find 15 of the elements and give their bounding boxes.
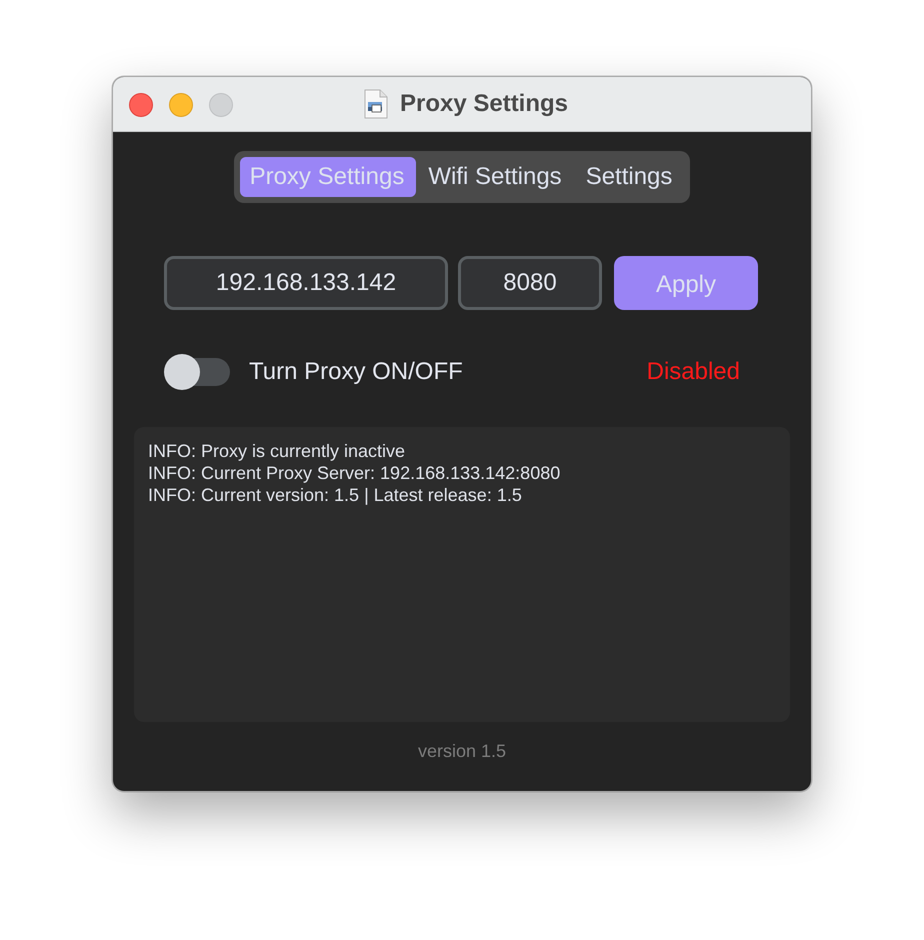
port-field[interactable]: 8080	[458, 256, 602, 310]
document-icon	[364, 89, 388, 119]
status-text: Disabled	[646, 358, 740, 386]
log-line: INFO: Current version: 1.5 | Latest release: 1.5	[148, 484, 523, 506]
toggle-label: Turn Proxy ON/OFF	[249, 358, 463, 386]
toggle-switch[interactable]	[164, 354, 230, 390]
minimize-icon[interactable]	[169, 93, 193, 117]
version-text: version 1.5	[418, 741, 506, 762]
address-field[interactable]: 192.168.133.142	[164, 256, 448, 310]
log-line: INFO: Current Proxy Server: 192.168.133.142:8080	[148, 462, 562, 484]
log-line: INFO: Proxy is currently inactive	[148, 440, 406, 462]
window-title: Proxy Settings	[400, 90, 568, 118]
tab[interactable]: Settings	[576, 157, 684, 197]
close-icon[interactable]	[129, 93, 153, 117]
tab[interactable]: Wifi Settings	[418, 157, 574, 197]
